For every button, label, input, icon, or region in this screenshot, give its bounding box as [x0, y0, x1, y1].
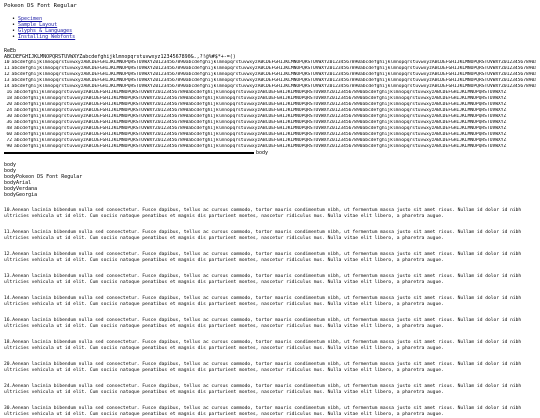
sample-section: ReEb ABCDEFGHIJKLMNOPQRSTUVWXYZabcdefghi… — [4, 48, 536, 60]
page-title: Pokeon DS Font Regular — [4, 3, 77, 9]
nav-item: Installing Webfonts — [12, 34, 536, 40]
paragraph-sample: 14.Aenean lacinia bibendum nulla sed con… — [4, 296, 522, 307]
waterfall-tail-word: body — [256, 150, 269, 156]
paragraph-samples: 10.Aenean lacinia bibendum nulla sed con… — [4, 208, 536, 418]
paragraph-sample: 16.Aenean lacinia bibendum nulla sed con… — [4, 318, 522, 329]
body-sample-line: bodyGeorgia — [4, 192, 38, 198]
paragraph-sample: 12.Aenean lacinia bibendum nulla sed con… — [4, 252, 522, 263]
body-font-comparison: body body bodyPokeon DS Font Regular bodyAr… — [4, 162, 536, 198]
waterfall-tail: body — [4, 150, 536, 156]
paragraph-sample: 10.Aenean lacinia bibendum nulla sed con… — [4, 208, 522, 219]
paragraph-sample: 20.Aenean lacinia bibendum nulla sed con… — [4, 362, 522, 373]
waterfall-size-label: 90 — [6, 144, 12, 149]
nav-link-installing-webfonts[interactable]: Installing Webfonts — [18, 34, 75, 40]
paragraph-sample: 24.Aenean lacinia bibendum nulla sed con… — [4, 384, 522, 395]
nav-list: Specimen Sample Layout Glyphs & Language… — [12, 16, 536, 40]
size-waterfall: 10 abcdefghijklmnopqrstuvwxyzABCDEFGHIJKL… — [4, 60, 536, 150]
paragraph-sample: 11.Aenean lacinia bibendum nulla sed con… — [4, 230, 522, 241]
paragraph-sample: 30.Aenean lacinia bibendum nulla sed con… — [4, 406, 522, 417]
waterfall-bar — [4, 152, 254, 154]
paragraph-sample: 18.Aenean lacinia bibendum nulla sed con… — [4, 340, 522, 351]
specimen-page: Pokeon DS Font Regular Specimen Sample L… — [0, 3, 540, 417]
waterfall-row: 90 abcdefghijklmnopqrstuvwxyzABCDEFGHIJKL… — [4, 144, 536, 150]
paragraph-sample: 13.Aenean lacinia bibendum nulla sed con… — [4, 274, 522, 285]
